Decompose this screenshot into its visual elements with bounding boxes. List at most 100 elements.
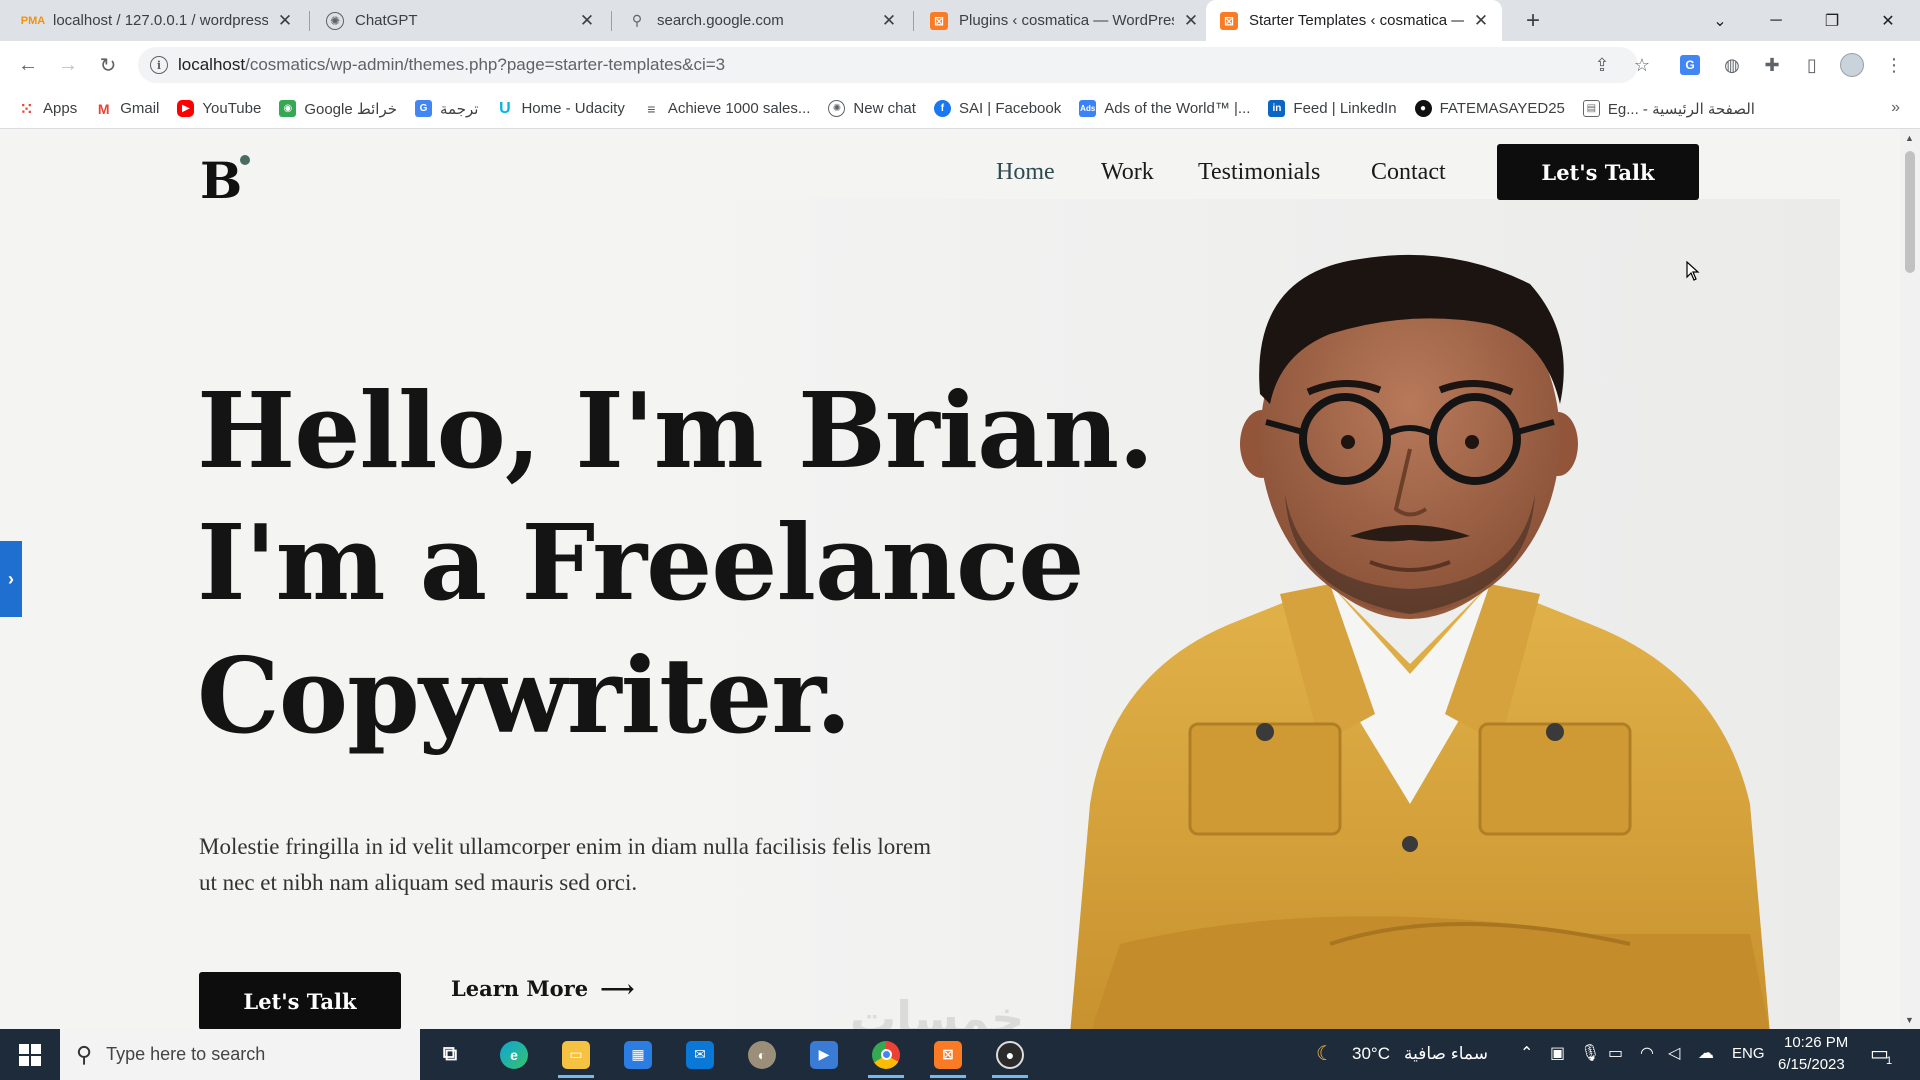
- bookmark-item[interactable]: f SAI | Facebook: [933, 100, 1061, 117]
- close-tab-icon[interactable]: ✕: [578, 11, 596, 30]
- facebook-icon: f: [933, 100, 951, 117]
- mail-icon[interactable]: ✉: [672, 1029, 728, 1080]
- menu-kebab-icon[interactable]: ⋮: [1882, 53, 1906, 77]
- browser-tab-active[interactable]: ⊠ Starter Templates ‹ cosmatica — ✕: [1206, 0, 1502, 41]
- hero-portrait-image: [1070, 254, 1770, 1029]
- minimize-icon[interactable]: ─: [1748, 0, 1804, 41]
- more-bookmarks-chevron-icon[interactable]: »: [1891, 99, 1900, 117]
- xampp-taskbar-icon[interactable]: ⊠: [920, 1029, 976, 1080]
- logo-dot: [240, 155, 250, 165]
- site-logo[interactable]: B: [200, 151, 242, 210]
- globe-extension-icon[interactable]: ◍: [1720, 53, 1744, 77]
- bookmark-item[interactable]: M Gmail: [95, 100, 160, 117]
- hero-lets-talk-button[interactable]: Let's Talk: [199, 972, 401, 1029]
- browser-tab[interactable]: PMA localhost / 127.0.0.1 / wordpress ✕: [10, 0, 306, 41]
- clock-date[interactable]: 6/15/2023: [1778, 1056, 1845, 1073]
- bookmark-item[interactable]: ✺ New chat: [828, 100, 916, 117]
- close-tab-icon[interactable]: ✕: [880, 11, 898, 30]
- nav-home-link[interactable]: Home: [996, 159, 1055, 186]
- tab-search-chevron-icon[interactable]: ⌄: [1692, 0, 1748, 41]
- bookmark-star-icon[interactable]: ☆: [1630, 53, 1654, 77]
- bookmark-item[interactable]: ● FATEMASAYED25: [1414, 100, 1565, 117]
- task-view-icon[interactable]: ⧉: [422, 1029, 478, 1080]
- hero-heading-line: Hello, I'm Brian.: [197, 369, 1154, 492]
- linkedin-icon: in: [1268, 100, 1286, 117]
- address-bar[interactable]: i localhost/cosmatics/wp-admin/themes.ph…: [138, 47, 1638, 83]
- edge-browser-icon[interactable]: e: [486, 1029, 542, 1080]
- udacity-icon: U: [499, 99, 511, 117]
- chatgpt-icon: ✺: [326, 11, 344, 30]
- file-explorer-icon[interactable]: ▭: [548, 1029, 604, 1080]
- wifi-icon[interactable]: ◠: [1640, 1043, 1654, 1063]
- page-scrollbar[interactable]: ▲ ▼: [1900, 129, 1920, 1029]
- bookmark-item[interactable]: U Home - Udacity: [496, 99, 625, 118]
- window-close-icon[interactable]: ✕: [1860, 0, 1916, 41]
- volume-icon[interactable]: ◁: [1668, 1043, 1680, 1063]
- close-tab-icon[interactable]: ✕: [1182, 11, 1200, 30]
- browser-tab-strip: PMA localhost / 127.0.0.1 / wordpress ✕ …: [0, 0, 1920, 41]
- browser-toolbar: ← → ↻ i localhost/cosmatics/wp-admin/the…: [0, 41, 1920, 89]
- share-icon[interactable]: ⇪: [1590, 53, 1614, 77]
- bookmark-item[interactable]: G ترجمة: [415, 100, 478, 118]
- language-indicator[interactable]: ENG: [1732, 1045, 1765, 1062]
- back-arrow-icon[interactable]: ←: [14, 51, 42, 79]
- side-panel-icon[interactable]: ▯: [1800, 53, 1824, 77]
- browser-tab[interactable]: ⊠ Plugins ‹ cosmatica — WordPress ✕: [916, 0, 1212, 41]
- scroll-down-icon[interactable]: ▼: [1905, 1015, 1914, 1025]
- tab-divider: [913, 11, 914, 31]
- browser-tab[interactable]: ⚲ search.google.com ✕: [614, 0, 910, 41]
- tray-expand-chevron-icon[interactable]: ⌃: [1520, 1043, 1533, 1063]
- scrollbar-thumb[interactable]: [1905, 151, 1915, 273]
- app-shield-icon[interactable]: ▶: [796, 1029, 852, 1080]
- phpmyadmin-icon: PMA: [20, 14, 46, 27]
- watermark-logo: خمسات: [850, 991, 1025, 1029]
- windows-start-icon[interactable]: [0, 1029, 60, 1080]
- weather-moon-icon[interactable]: ☾: [1316, 1041, 1334, 1066]
- profile-avatar-icon[interactable]: [1840, 53, 1864, 77]
- taskbar-search-input[interactable]: ⚲ Type here to search: [60, 1029, 420, 1080]
- reload-icon[interactable]: ↻: [94, 51, 122, 79]
- apps-grid-icon: ⁙: [20, 100, 33, 118]
- google-search-console-icon: ⚲: [631, 12, 643, 28]
- address-url[interactable]: localhost/cosmatics/wp-admin/themes.php?…: [178, 55, 725, 75]
- browser-tab[interactable]: ✺ ChatGPT ✕: [312, 0, 608, 41]
- header-lets-talk-button[interactable]: Let's Talk: [1497, 144, 1699, 200]
- scroll-up-icon[interactable]: ▲: [1905, 133, 1914, 143]
- bookmark-item[interactable]: ▶ YouTube: [177, 100, 261, 117]
- bookmark-item[interactable]: in Feed | LinkedIn: [1268, 100, 1397, 117]
- nav-testimonials-link[interactable]: Testimonials: [1198, 159, 1320, 186]
- clock-time[interactable]: 10:26 PM: [1784, 1034, 1848, 1051]
- restore-icon[interactable]: ❐: [1804, 0, 1860, 41]
- gmail-icon: M: [97, 100, 110, 117]
- new-tab-plus-icon[interactable]: +: [1520, 8, 1546, 34]
- bookmark-item[interactable]: ⁙ Apps: [18, 100, 77, 118]
- learn-more-link[interactable]: Learn More ⟶: [451, 974, 634, 1003]
- mouse-cursor-icon: [1686, 261, 1700, 281]
- close-tab-icon[interactable]: ✕: [1472, 11, 1490, 30]
- notification-count: 1: [1886, 1055, 1893, 1067]
- bookmark-item[interactable]: Ads Ads of the World™ |...: [1079, 100, 1250, 117]
- site-info-icon[interactable]: i: [150, 56, 168, 74]
- paint-palette-icon[interactable]: ◐: [734, 1029, 790, 1080]
- youtube-icon: ▶: [177, 100, 195, 117]
- forward-arrow-icon[interactable]: →: [54, 51, 82, 79]
- page-viewport: › B Home Work Testimonials Contact Let's…: [0, 129, 1900, 1029]
- meet-camera-icon[interactable]: ▣: [1550, 1043, 1565, 1063]
- microsoft-store-icon[interactable]: ▦: [610, 1029, 666, 1080]
- close-tab-icon[interactable]: ✕: [276, 11, 294, 30]
- nav-work-link[interactable]: Work: [1101, 159, 1154, 186]
- battery-icon[interactable]: ▭: [1608, 1043, 1623, 1063]
- microphone-icon[interactable]: 🎙: [1580, 1043, 1600, 1063]
- bookmark-item[interactable]: ▤ Eg... - الصفحة الرئيسية: [1582, 100, 1755, 118]
- search-icon: ⚲: [76, 1041, 93, 1067]
- onedrive-cloud-icon[interactable]: ☁: [1698, 1043, 1714, 1063]
- sidebar-expand-chevron-icon[interactable]: ›: [0, 541, 22, 617]
- chrome-browser-icon[interactable]: [858, 1029, 914, 1080]
- google-translate-extension-icon[interactable]: G: [1678, 53, 1702, 77]
- extensions-puzzle-icon[interactable]: ✚: [1760, 53, 1784, 77]
- google-maps-icon: ◉: [279, 100, 297, 117]
- bookmark-item[interactable]: ◉ Google خرائط: [279, 100, 397, 118]
- bookmark-item[interactable]: ≡ Achieve 1000 sales...: [643, 100, 810, 117]
- obs-recorder-icon[interactable]: ●: [982, 1029, 1038, 1080]
- nav-contact-link[interactable]: Contact: [1371, 159, 1446, 186]
